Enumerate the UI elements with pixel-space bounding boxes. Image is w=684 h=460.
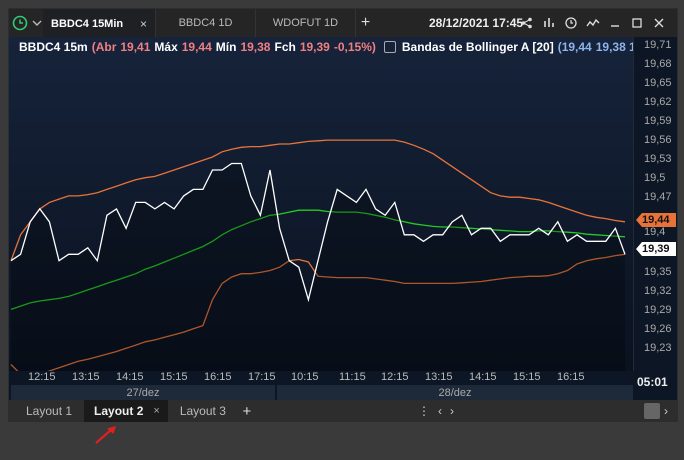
y-tick: 19,59 xyxy=(644,115,672,127)
layout-bar: Layout 1 Layout 2 × Layout 3 + ⋮ ‹ › › xyxy=(8,400,678,422)
chart-panel: BBDC4 15Min × BBDC4 1D WDOFUT 1D + 28/12… xyxy=(8,8,678,422)
x-tick: 16:15 xyxy=(557,371,585,383)
x-tick: 16:15 xyxy=(204,371,232,383)
legend-min-value: 19,38 xyxy=(240,40,271,54)
indicator-settings-icon[interactable] xyxy=(383,41,396,53)
add-tab-button[interactable]: + xyxy=(355,9,375,37)
chevron-right-icon[interactable]: › xyxy=(450,404,454,418)
layout-tab-label: Layout 2 xyxy=(94,404,144,418)
x-tick: 10:15 xyxy=(291,371,319,383)
y-tick: 19,32 xyxy=(644,285,672,297)
x-tick: 12:15 xyxy=(381,371,409,383)
y-tick: 19,53 xyxy=(644,153,672,165)
tab-wdofut-1d[interactable]: WDOFUT 1D xyxy=(255,9,355,37)
y-tick: 19,65 xyxy=(644,77,672,89)
layout-tab-3[interactable]: Layout 3 xyxy=(168,400,238,422)
toolbar xyxy=(519,9,667,37)
close-icon[interactable]: × xyxy=(153,405,159,417)
layout-nav: ⋮ ‹ › xyxy=(418,400,454,422)
bars-icon[interactable] xyxy=(541,9,557,37)
legend-ind-value-1: (19,44 xyxy=(557,40,592,54)
x-tick: 15:15 xyxy=(513,371,541,383)
x-tick: 12:15 xyxy=(28,371,56,383)
y-tick: 19,5 xyxy=(644,172,666,184)
y-tick: 19,4 xyxy=(644,226,666,238)
tab-label: BBDC4 15Min xyxy=(51,18,124,30)
x-tick: 17:15 xyxy=(248,371,276,383)
upper-band-price-tag: 19,44 xyxy=(636,213,676,227)
legend-min-label: Mín xyxy=(215,40,237,54)
more-vertical-icon[interactable]: ⋮ xyxy=(418,404,430,418)
x-tick: 14:15 xyxy=(116,371,144,383)
layout-tab-label: Layout 1 xyxy=(26,404,73,418)
trend-icon[interactable] xyxy=(585,9,601,37)
layout-tab-1[interactable]: Layout 1 xyxy=(8,400,84,422)
clock-icon[interactable] xyxy=(9,9,31,37)
legend-symbol: BBDC4 15m xyxy=(19,40,88,54)
legend-indicator: Bandas de Bollinger A [20] xyxy=(401,40,554,54)
chevron-down-icon[interactable] xyxy=(31,9,43,37)
close-icon[interactable]: × xyxy=(140,17,147,31)
chevron-right-icon[interactable]: › xyxy=(664,404,668,418)
chevron-left-icon[interactable]: ‹ xyxy=(438,404,442,418)
legend-abr-value: 19,41 xyxy=(120,40,151,54)
legend-max-value: 19,44 xyxy=(181,40,212,54)
chart-legend: BBDC4 15m (Abr 19,41 Máx 19,44 Mín 19,38… xyxy=(19,40,636,54)
y-axis[interactable]: 19,71 19,68 19,65 19,62 19,59 19,56 19,5… xyxy=(633,37,677,371)
current-time: 05:01 xyxy=(637,375,668,389)
red-arrow-annotation xyxy=(95,426,116,444)
price-chart[interactable] xyxy=(9,37,633,371)
tab-label: WDOFUT 1D xyxy=(272,17,339,29)
y-tick: 19,62 xyxy=(644,96,672,108)
share-icon[interactable] xyxy=(519,9,535,37)
layout-grid-icon[interactable] xyxy=(644,403,660,419)
x-tick: 15:15 xyxy=(160,371,188,383)
legend-ind-value-2: 19,38 1 xyxy=(595,40,636,54)
app-window: BBDC4 15Min × BBDC4 1D WDOFUT 1D + 28/12… xyxy=(0,0,684,460)
y-tick: 19,71 xyxy=(644,39,672,51)
legend-fch-value: 19,39 xyxy=(299,40,330,54)
x-tick: 11:15 xyxy=(339,371,366,383)
tab-label: BBDC4 1D xyxy=(178,17,233,29)
maximize-icon[interactable] xyxy=(629,9,645,37)
legend-change: -0,15%) xyxy=(333,40,376,54)
tab-bbdc4-15min[interactable]: BBDC4 15Min × xyxy=(43,9,155,37)
x-tick: 13:15 xyxy=(72,371,100,383)
y-tick: 19,68 xyxy=(644,58,672,70)
legend-max-label: Máx xyxy=(154,40,178,54)
close-window-icon[interactable] xyxy=(651,9,667,37)
datetime-display: 28/12/2021 17:45 xyxy=(429,16,524,30)
y-tick: 19,56 xyxy=(644,134,672,146)
y-tick: 19,35 xyxy=(644,266,672,278)
layout-tab-2[interactable]: Layout 2 × xyxy=(84,400,168,422)
last-price-tag: 19,39 xyxy=(636,242,676,256)
legend-fch-label: Fch xyxy=(274,40,296,54)
y-tick: 19,26 xyxy=(644,323,672,335)
tab-bbdc4-1d[interactable]: BBDC4 1D xyxy=(155,9,255,37)
alarm-clock-icon[interactable] xyxy=(563,9,579,37)
add-layout-button[interactable]: + xyxy=(238,400,256,422)
y-tick: 19,47 xyxy=(644,191,672,203)
x-tick: 13:15 xyxy=(425,371,453,383)
minimize-icon[interactable] xyxy=(607,9,623,37)
day-label: 28/dez xyxy=(277,385,633,401)
y-tick: 19,29 xyxy=(644,304,672,316)
tab-bar: BBDC4 15Min × BBDC4 1D WDOFUT 1D + 28/12… xyxy=(9,9,677,37)
layout-tab-label: Layout 3 xyxy=(179,404,226,418)
date-band: 27/dez 28/dez xyxy=(11,385,633,401)
x-axis[interactable]: 12:15 13:15 14:15 15:15 16:15 17:15 10:1… xyxy=(9,371,633,385)
x-tick: 14:15 xyxy=(469,371,497,383)
legend-abr-label: (Abr xyxy=(91,40,117,54)
day-label: 27/dez xyxy=(11,385,275,401)
y-tick: 19,23 xyxy=(644,342,672,354)
